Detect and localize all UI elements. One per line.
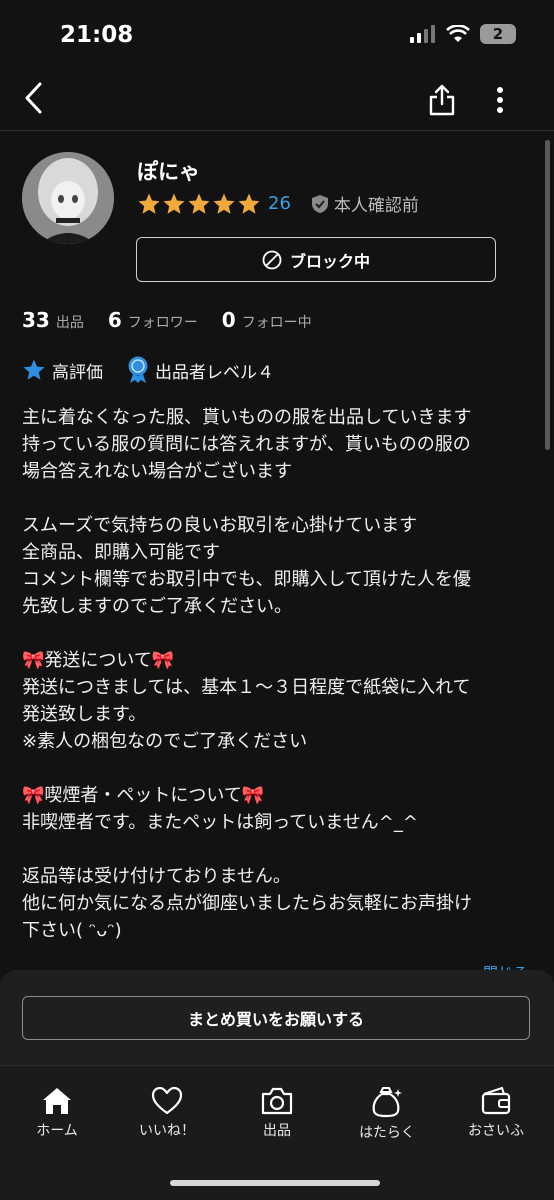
- star-icon: [163, 193, 185, 214]
- home-icon: [43, 1088, 71, 1114]
- signal-icon: [410, 25, 435, 43]
- camera-icon: [261, 1087, 293, 1115]
- rating-row[interactable]: 26 本人確認前: [137, 191, 419, 216]
- chevron-left-icon: [25, 82, 42, 114]
- profile-bio: 主に着なくなった服、貰いものの服を出品していきます 持っている服の質問には答えれ…: [22, 407, 472, 941]
- followers-count[interactable]: 6: [108, 308, 122, 332]
- badge-high-rating-label: 高評価: [52, 362, 103, 383]
- profile-stats: 33 出品 6 フォロワー 0 フォロー中: [22, 308, 336, 332]
- scrollbar[interactable]: [545, 140, 550, 450]
- followers-label[interactable]: フォロワー: [128, 312, 198, 332]
- badge-high-rating[interactable]: 高評価: [22, 358, 103, 383]
- wifi-icon: [446, 25, 470, 42]
- avatar-image: [22, 152, 114, 244]
- block-icon: [262, 250, 282, 269]
- star-badge-icon: [23, 359, 45, 380]
- back-button[interactable]: [14, 78, 54, 118]
- verification-status: 本人確認前: [311, 191, 419, 216]
- medal-icon: [128, 356, 148, 383]
- following-label[interactable]: フォロー中: [242, 312, 312, 332]
- tab-likes[interactable]: いいね！: [117, 1086, 217, 1140]
- battery-indicator: 2: [480, 24, 516, 44]
- star-icon: [213, 193, 235, 214]
- share-button[interactable]: [422, 78, 462, 122]
- money-bag-icon: [372, 1087, 402, 1118]
- username: ぽにゃ: [137, 160, 200, 184]
- star-rating: [137, 192, 262, 216]
- shield-check-icon: [311, 194, 328, 213]
- star-icon: [138, 193, 160, 214]
- listings-count[interactable]: 33: [22, 308, 50, 332]
- block-button-label: ブロック中: [289, 251, 370, 271]
- verification-label: 本人確認前: [333, 196, 419, 216]
- wallet-icon: [481, 1086, 511, 1115]
- more-options-button[interactable]: [482, 78, 518, 122]
- seller-badges: 高評価 出品者レベル４: [22, 356, 298, 384]
- heart-icon: [151, 1086, 183, 1115]
- tab-likes-label: いいね！: [139, 1123, 195, 1139]
- avatar[interactable]: [22, 152, 114, 244]
- top-nav-bar: [0, 70, 554, 131]
- tab-home[interactable]: ホーム: [7, 1086, 107, 1140]
- rating-count[interactable]: 26: [268, 193, 291, 214]
- more-vertical-icon: [497, 87, 503, 113]
- tab-work[interactable]: はたらく: [337, 1086, 437, 1142]
- share-icon: [429, 84, 455, 116]
- star-icon: [238, 193, 260, 214]
- badge-seller-level-label: 出品者レベル４: [155, 362, 274, 383]
- tab-home-label: ホーム: [36, 1123, 78, 1139]
- tab-work-label: はたらく: [359, 1125, 415, 1141]
- listings-label: 出品: [55, 315, 84, 331]
- following-count[interactable]: 0: [222, 308, 236, 332]
- tab-sell-label: 出品: [263, 1123, 291, 1139]
- block-button[interactable]: ブロック中: [136, 237, 496, 282]
- tab-wallet-label: おさいふ: [468, 1123, 524, 1139]
- status-icons: 2: [410, 24, 516, 44]
- home-indicator: [170, 1180, 380, 1186]
- star-icon: [188, 193, 210, 214]
- status-bar: 21:08 2: [0, 0, 554, 70]
- badge-seller-level[interactable]: 出品者レベル４: [127, 356, 274, 384]
- bulk-purchase-button[interactable]: まとめ買いをお願いする: [22, 996, 530, 1040]
- tab-sell[interactable]: 出品: [227, 1086, 327, 1140]
- tab-wallet[interactable]: おさいふ: [446, 1086, 546, 1140]
- status-time: 21:08: [60, 22, 134, 48]
